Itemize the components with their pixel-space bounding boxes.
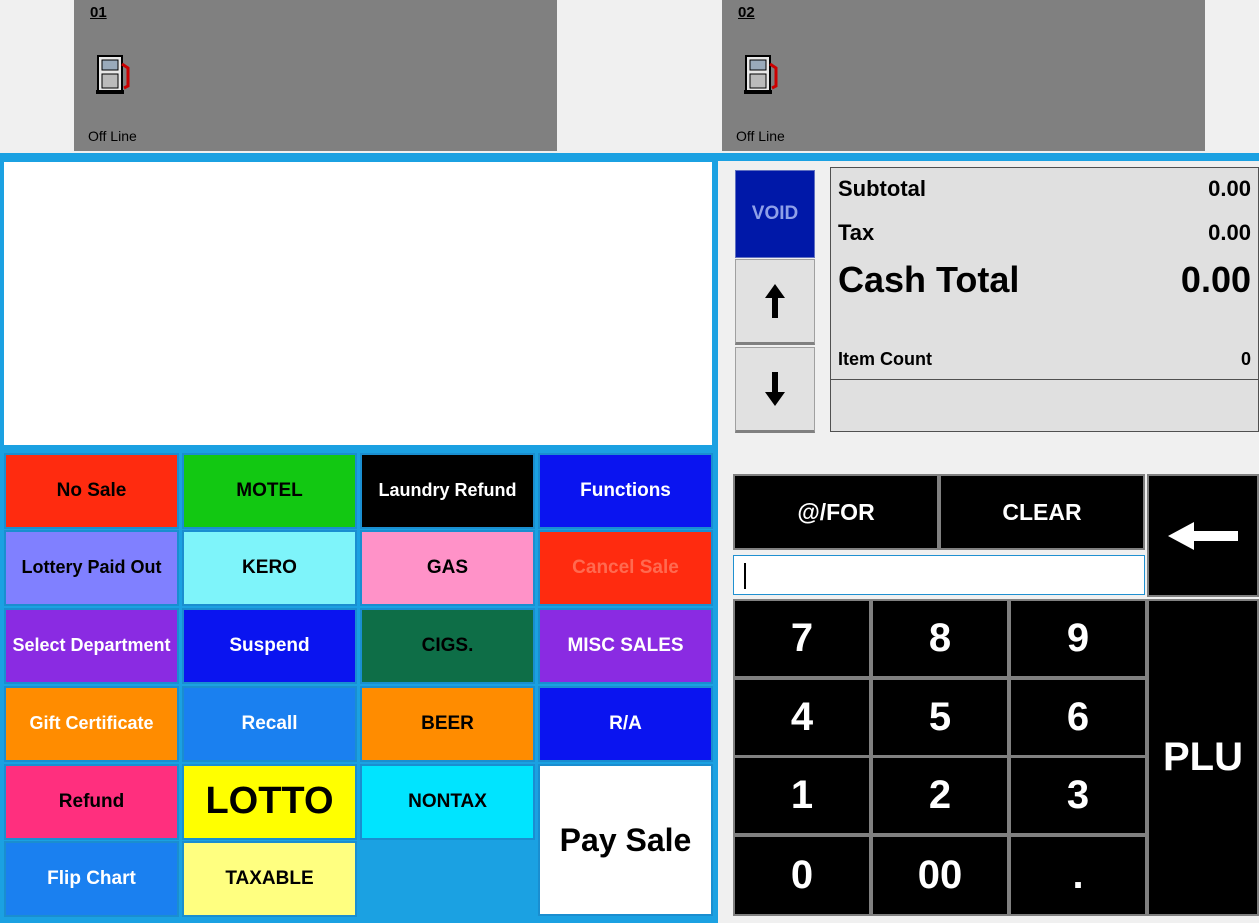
- cancel-sale-button[interactable]: Cancel Sale: [538, 530, 713, 606]
- nontax-button[interactable]: NONTAX: [360, 764, 535, 840]
- cash-total-label: Cash Total: [838, 259, 1020, 300]
- digit-key[interactable]: 4: [733, 678, 871, 757]
- digit-key[interactable]: 3: [1009, 756, 1147, 835]
- refund-button[interactable]: Refund: [4, 764, 179, 840]
- item-count-value: 0: [1240, 349, 1251, 369]
- void-button[interactable]: VOID: [735, 170, 815, 258]
- fuel-pump-icon: [744, 55, 778, 94]
- entry-input[interactable]: [733, 555, 1145, 595]
- gift-certificate-button[interactable]: Gift Certificate: [4, 686, 179, 762]
- plu-key[interactable]: PLU: [1147, 599, 1259, 916]
- item-count-label: Item Count: [838, 349, 932, 369]
- digit-key[interactable]: 7: [733, 599, 871, 678]
- fuel-pump-icon: [96, 55, 130, 94]
- digit-key[interactable]: 5: [871, 678, 1009, 757]
- taxable-button[interactable]: TAXABLE: [182, 841, 357, 917]
- digit-key[interactable]: 00: [871, 835, 1009, 916]
- receipt-area: [4, 162, 712, 445]
- no-sale-button[interactable]: No Sale: [4, 453, 179, 529]
- tax-value: 0.00: [1208, 220, 1251, 245]
- digit-key[interactable]: 8: [871, 599, 1009, 678]
- cash-total-value: 0.00: [1180, 259, 1251, 300]
- arrow-left-icon: [1168, 521, 1238, 550]
- scroll-up-button[interactable]: [735, 259, 815, 345]
- at-for-key[interactable]: @/FOR: [733, 474, 939, 550]
- text-caret: [744, 563, 746, 589]
- arrow-down-icon: [765, 372, 785, 406]
- gas-button[interactable]: GAS: [360, 530, 535, 606]
- kero-button[interactable]: KERO: [182, 530, 357, 606]
- pump-number: 02: [738, 4, 755, 21]
- flip-chart-button[interactable]: Flip Chart: [4, 841, 179, 917]
- subtotal-row: Subtotal 0.00: [838, 176, 1251, 202]
- digit-key[interactable]: 9: [1009, 599, 1147, 678]
- digit-key[interactable]: 6: [1009, 678, 1147, 757]
- pump-status: Off Line: [736, 128, 785, 144]
- pump-status: Off Line: [88, 128, 137, 144]
- digit-key[interactable]: 2: [871, 756, 1009, 835]
- totals-divider: [831, 379, 1258, 380]
- item-count-row: Item Count 0: [838, 349, 1251, 370]
- select-department-button[interactable]: Select Department: [4, 608, 179, 684]
- ra-button[interactable]: R/A: [538, 686, 713, 762]
- tax-row: Tax 0.00: [838, 220, 1251, 246]
- cash-total-row: Cash Total 0.00: [838, 259, 1251, 301]
- digit-key[interactable]: 0: [733, 835, 871, 916]
- misc-sales-button[interactable]: MISC SALES: [538, 608, 713, 684]
- totals-panel: Subtotal 0.00 Tax 0.00 Cash Total 0.00 I…: [830, 167, 1259, 432]
- arrow-up-icon: [765, 284, 785, 318]
- scroll-down-button[interactable]: [735, 347, 815, 433]
- pay-sale-button[interactable]: Pay Sale: [538, 764, 713, 916]
- motel-button[interactable]: MOTEL: [182, 453, 357, 529]
- pump-01[interactable]: 01 Off Line: [74, 0, 557, 151]
- cigs-button[interactable]: CIGS.: [360, 608, 535, 684]
- lottery-paid-out-button[interactable]: Lottery Paid Out: [4, 530, 179, 606]
- laundry-refund-button[interactable]: Laundry Refund: [360, 453, 535, 529]
- digit-key[interactable]: 1: [733, 756, 871, 835]
- subtotal-label: Subtotal: [838, 176, 926, 201]
- top-divider: [0, 153, 1259, 161]
- pump-02[interactable]: 02 Off Line: [722, 0, 1205, 151]
- suspend-button[interactable]: Suspend: [182, 608, 357, 684]
- tax-label: Tax: [838, 220, 875, 245]
- recall-button[interactable]: Recall: [182, 686, 357, 762]
- pump-number: 01: [90, 4, 107, 21]
- backspace-key[interactable]: [1147, 474, 1259, 597]
- subtotal-value: 0.00: [1208, 176, 1251, 201]
- clear-key[interactable]: CLEAR: [939, 474, 1145, 550]
- lotto-button[interactable]: LOTTO: [182, 764, 357, 840]
- functions-button[interactable]: Functions: [538, 453, 713, 529]
- beer-button[interactable]: BEER: [360, 686, 535, 762]
- digit-key[interactable]: .: [1009, 835, 1147, 916]
